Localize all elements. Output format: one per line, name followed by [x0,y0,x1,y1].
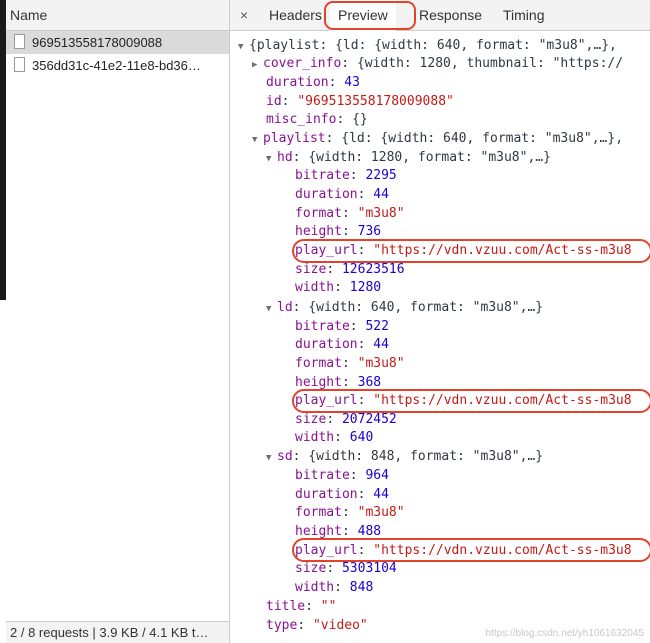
details-tabbar: × Headers Preview Response Timing [230,0,650,31]
tab-highlight-annotation [324,1,416,30]
expanded-triangle-icon: ▼ [266,304,272,314]
root-summary: {playlist: {ld: {width: 640, format: "m3… [249,38,617,53]
name-column-header[interactable]: Name [6,0,229,31]
ld-bitrate: bitrate: 522 [295,319,389,334]
expanded-triangle-icon: ▼ [266,453,272,463]
expanded-triangle-icon: ▼ [266,154,272,164]
hd-format: format: "m3u8" [295,206,405,221]
file-icon [14,34,25,49]
hd-play-url-annotation [292,239,650,263]
sd-duration: duration: 44 [295,487,389,502]
watermark: https://blog.csdn.net/yh1061632045 [485,628,644,639]
close-icon[interactable]: × [240,7,248,23]
tree-prop-type: type: "video" [266,618,368,633]
expanded-triangle-icon: ▼ [252,135,258,145]
hd-bitrate: bitrate: 2295 [295,168,397,183]
tree-prop-misc-info: misc_info: {} [266,112,368,127]
tree-node-ld[interactable]: ▼ ld: {width: 640, format: "m3u8",…} [266,299,543,317]
tab-response[interactable]: Response [419,0,482,30]
request-name: 969513558178009088 [32,35,163,50]
request-row-selected[interactable]: 969513558178009088 [6,31,229,54]
ld-play-url-annotation [292,389,650,413]
tree-node-cover-info[interactable]: ▶ cover_info: {width: 1280, thumbnail: "h… [252,55,623,73]
hd-size: size: 12623516 [295,262,405,277]
tree-root[interactable]: ▼ {playlist: {ld: {width: 640, format: "m… [238,37,617,55]
tree-node-playlist[interactable]: ▼ playlist: {ld: {width: 640, format: "m3… [252,130,623,148]
tree-node-sd[interactable]: ▼ sd: {width: 848, format: "m3u8",…} [266,448,543,466]
ld-width: width: 640 [295,430,374,445]
file-icon [14,57,25,72]
tree-node-hd[interactable]: ▼ hd: {width: 1280, format: "m3u8",…} [266,149,551,167]
request-name: 356dd31c-41e2-11e8-bd36… [32,58,201,73]
collapsed-triangle-icon: ▶ [252,60,258,70]
hd-duration: duration: 44 [295,187,389,202]
request-details-panel: × Headers Preview Response Timing ▼ {play… [230,0,650,643]
sd-play-url-annotation [292,538,650,562]
value: {width: 1280, thumbnail: "https:// [356,56,624,71]
sd-width: width: 848 [295,580,374,595]
sd-format: format: "m3u8" [295,505,405,520]
expanded-triangle-icon: ▼ [238,42,244,52]
tab-timing[interactable]: Timing [503,0,545,30]
tab-headers[interactable]: Headers [269,0,322,30]
ld-duration: duration: 44 [295,337,389,352]
network-request-list: Name 969513558178009088 356dd31c-41e2-11… [6,0,230,643]
sd-bitrate: bitrate: 964 [295,468,389,483]
tree-prop-duration: duration: 43 [266,75,360,90]
ld-format: format: "m3u8" [295,356,405,371]
key: cover_info [263,56,342,71]
sd-size: size: 5303104 [295,561,397,576]
tree-prop-title: title: "" [266,599,337,614]
hd-width: width: 1280 [295,280,382,295]
request-row[interactable]: 356dd31c-41e2-11e8-bd36… [6,54,229,77]
ld-size: size: 2072452 [295,412,397,427]
tree-prop-id: id: "969513558178009088" [266,94,454,109]
status-bar: 2 / 8 requests | 3.9 KB / 4.1 KB t… [6,621,229,643]
